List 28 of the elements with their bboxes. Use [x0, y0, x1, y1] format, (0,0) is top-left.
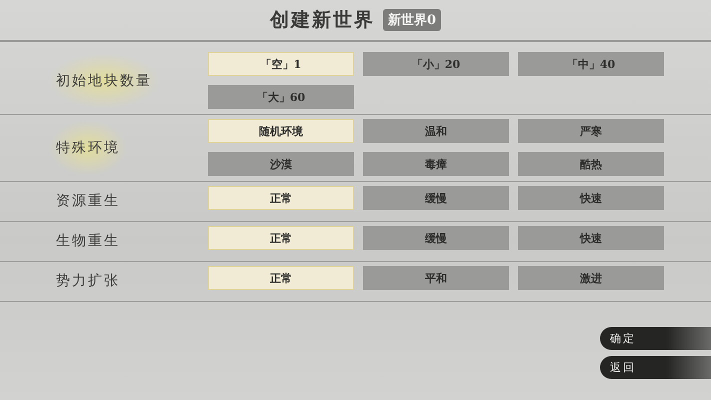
option-button[interactable]: 沙漠 [208, 152, 354, 176]
option-button[interactable]: 酷热 [518, 152, 664, 176]
option-button[interactable]: 随机环境 [208, 119, 354, 143]
setting-label: 初始地块数量 [50, 54, 158, 108]
option-button[interactable]: 严寒 [518, 119, 664, 143]
menu-button[interactable]: 返回 [600, 356, 711, 379]
option-button[interactable]: 正常 [208, 266, 354, 290]
option-button[interactable]: 激进 [518, 266, 664, 290]
option-button[interactable]: 平和 [363, 266, 509, 290]
setting-label: 资源重生 [56, 192, 120, 211]
option-button[interactable]: 毒瘴 [363, 152, 509, 176]
option-button[interactable]: 正常 [208, 186, 354, 210]
option-button[interactable]: 温和 [363, 119, 509, 143]
option-button[interactable]: 缓慢 [363, 186, 509, 210]
option-button[interactable]: 「中」40 [518, 52, 664, 76]
world-name-badge: 新世界0 [382, 9, 442, 31]
setting-label: 势力扩张 [56, 272, 120, 291]
option-button[interactable]: 「空」1 [208, 52, 354, 76]
option-button[interactable]: 快速 [518, 226, 664, 250]
option-button[interactable]: 快速 [518, 186, 664, 210]
option-button[interactable]: 「小」20 [363, 52, 509, 76]
menu-button[interactable]: 确定 [600, 327, 711, 350]
option-button[interactable]: 「大」60 [208, 85, 354, 109]
option-button[interactable]: 缓慢 [363, 226, 509, 250]
page-title: 创建新世界 [270, 8, 375, 33]
option-button[interactable]: 正常 [208, 226, 354, 250]
setting-label: 特殊环境 [50, 120, 126, 174]
setting-label: 生物重生 [56, 232, 120, 251]
